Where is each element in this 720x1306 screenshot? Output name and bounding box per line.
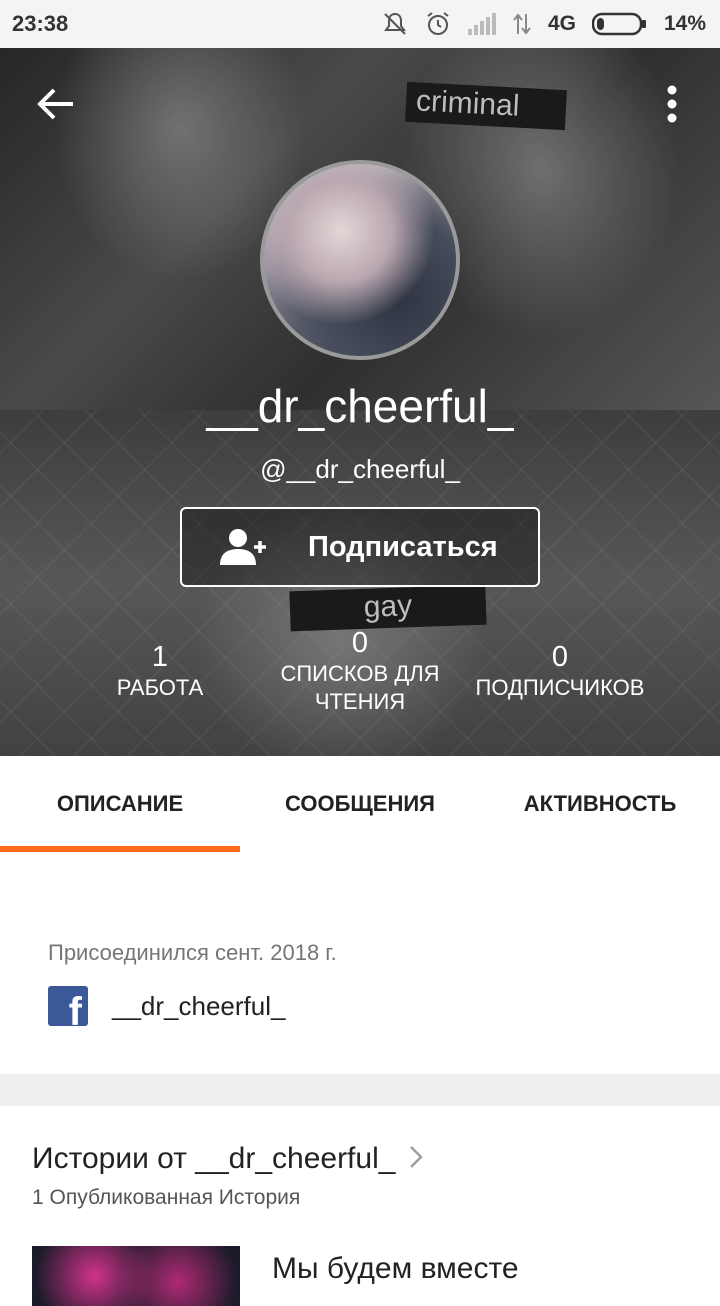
about-section: Присоединился сент. 2018 г. f __dr_cheer… [0,852,720,1074]
story-title[interactable]: Мы будем вместе [272,1252,519,1286]
stat-works[interactable]: 1 РАБОТА [60,640,260,702]
stat-value: 0 [351,627,369,659]
tab-messages[interactable]: СООБЩЕНИЯ [240,756,480,852]
stat-label: ПОДПИСЧИКОВ [475,675,645,700]
stat-value: 1 [151,641,169,673]
add-user-icon [220,527,272,567]
tab-about[interactable]: ОПИСАНИЕ [0,756,240,852]
username: @__dr_cheerful_ [260,454,460,484]
display-name: __dr_cheerful_ [206,380,514,432]
status-time: 23:38 [12,11,69,36]
follow-label: Подписаться [308,530,498,563]
chevron-right-icon [409,1145,424,1174]
more-options-button[interactable] [652,80,692,128]
follow-button[interactable]: Подписаться [180,507,540,587]
profile-tabs: ОПИСАНИЕ СООБЩЕНИЯ АКТИВНОСТЬ [0,756,720,852]
battery-icon [591,12,648,36]
stories-title: Истории от __dr_cheerful_ [32,1142,396,1175]
stories-header[interactable]: Истории от __dr_cheerful_ [32,1142,424,1176]
sticker-gay: gay [289,584,487,632]
more-vertical-icon [667,85,677,123]
data-transfer-icon [512,12,532,36]
facebook-icon: f [48,986,88,1026]
arrow-left-icon [37,88,73,120]
back-button[interactable] [30,82,82,126]
alarm-icon [424,10,452,38]
stat-reading-lists[interactable]: 0 СПИСКОВ ДЛЯ ЧТЕНИЯ [260,626,460,716]
facebook-name: __dr_cheerful_ [112,990,286,1021]
profile-header: criminal gay __dr_cheerful_ @__dr_cheerf… [0,48,720,756]
stat-label: СПИСКОВ ДЛЯ ЧТЕНИЯ [280,661,440,714]
status-bar: 23:38 4G 14% [0,0,720,48]
sticker-criminal: criminal [405,81,567,131]
battery-percent: 14% [663,12,706,35]
avatar[interactable] [260,160,460,360]
tab-activity[interactable]: АКТИВНОСТЬ [480,756,720,852]
status-icons: 4G 14% [382,10,706,38]
section-divider [0,1074,720,1106]
stat-value: 0 [551,641,569,673]
mute-notifications-icon [382,11,408,37]
stat-label: РАБОТА [116,675,204,700]
story-cover[interactable] [32,1246,240,1306]
stat-followers[interactable]: 0 ПОДПИСЧИКОВ [460,640,660,702]
facebook-link[interactable]: f __dr_cheerful_ [48,986,285,1026]
joined-date: Присоединился сент. 2018 г. [48,940,337,965]
stories-section: Истории от __dr_cheerful_ 1 Опубликованн… [0,1106,720,1306]
network-type: 4G [547,12,576,35]
stories-count: 1 Опубликованная История [32,1186,301,1209]
signal-icon [467,13,496,35]
